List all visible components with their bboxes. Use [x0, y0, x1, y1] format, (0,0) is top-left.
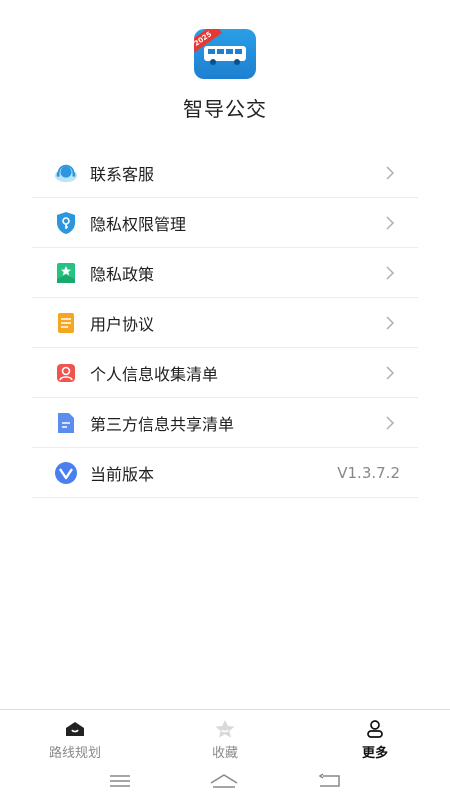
- bus-icon: [204, 46, 246, 65]
- home-icon[interactable]: [209, 773, 239, 793]
- menu-item-personal-info[interactable]: 个人信息收集清单: [32, 348, 418, 398]
- chevron-right-icon: [384, 165, 396, 180]
- menu-item-customer-service[interactable]: 联系客服: [32, 148, 418, 198]
- route-icon: [64, 719, 86, 739]
- menu-item-label: 用户协议: [90, 314, 155, 334]
- user-agreement-icon: [54, 311, 78, 335]
- menu-item-label: 隐私政策: [90, 264, 155, 284]
- tab-route[interactable]: 路线规划: [0, 710, 150, 765]
- menu-item-label: 个人信息收集清单: [90, 364, 219, 384]
- menu-item-label: 隐私权限管理: [90, 214, 187, 234]
- tab-more[interactable]: 更多: [300, 710, 450, 765]
- chevron-right-icon: [384, 415, 396, 430]
- app-header: 2025 智导公交: [0, 0, 450, 140]
- privacy-policy-icon: [54, 261, 78, 285]
- version-value: V1.3.7.2: [337, 463, 400, 482]
- menu-item-label: 联系客服: [90, 164, 155, 184]
- chevron-right-icon: [384, 365, 396, 380]
- favorite-icon: [214, 719, 236, 739]
- chevron-right-icon: [384, 215, 396, 230]
- third-party-share-icon: [54, 411, 78, 435]
- bottom-tabbar: 路线规划 收藏 更多: [0, 709, 450, 765]
- app-title: 智导公交: [183, 97, 267, 121]
- chevron-right-icon: [384, 315, 396, 330]
- system-navigation-bar: [0, 765, 450, 800]
- customer-service-icon: [54, 161, 78, 185]
- tab-label: 收藏: [211, 746, 238, 761]
- tab-favorite[interactable]: 收藏: [150, 710, 300, 765]
- menu-item-user-agreement[interactable]: 用户协议: [32, 298, 418, 348]
- menu-item-label: 第三方信息共享清单: [90, 414, 235, 434]
- menu-icon[interactable]: [109, 773, 131, 792]
- tab-label: 更多: [361, 746, 388, 761]
- settings-menu: 联系客服 隐私权限管理 隐私政策 用户协议 个人信息收集清单 第三方信息共享清单…: [32, 148, 418, 498]
- app-logo: 2025: [194, 29, 256, 79]
- menu-item-version: 当前版本 V1.3.7.2: [32, 448, 418, 498]
- version-label: 当前版本: [90, 464, 155, 484]
- profile-icon: [364, 719, 386, 739]
- personal-info-icon: [54, 361, 78, 385]
- back-icon[interactable]: [317, 772, 341, 793]
- menu-item-third-party-share[interactable]: 第三方信息共享清单: [32, 398, 418, 448]
- menu-item-privacy-permission[interactable]: 隐私权限管理: [32, 198, 418, 248]
- tab-label: 路线规划: [48, 746, 101, 761]
- version-icon: [54, 461, 78, 485]
- chevron-right-icon: [384, 265, 396, 280]
- privacy-permission-icon: [54, 211, 78, 235]
- menu-item-privacy-policy[interactable]: 隐私政策: [32, 248, 418, 298]
